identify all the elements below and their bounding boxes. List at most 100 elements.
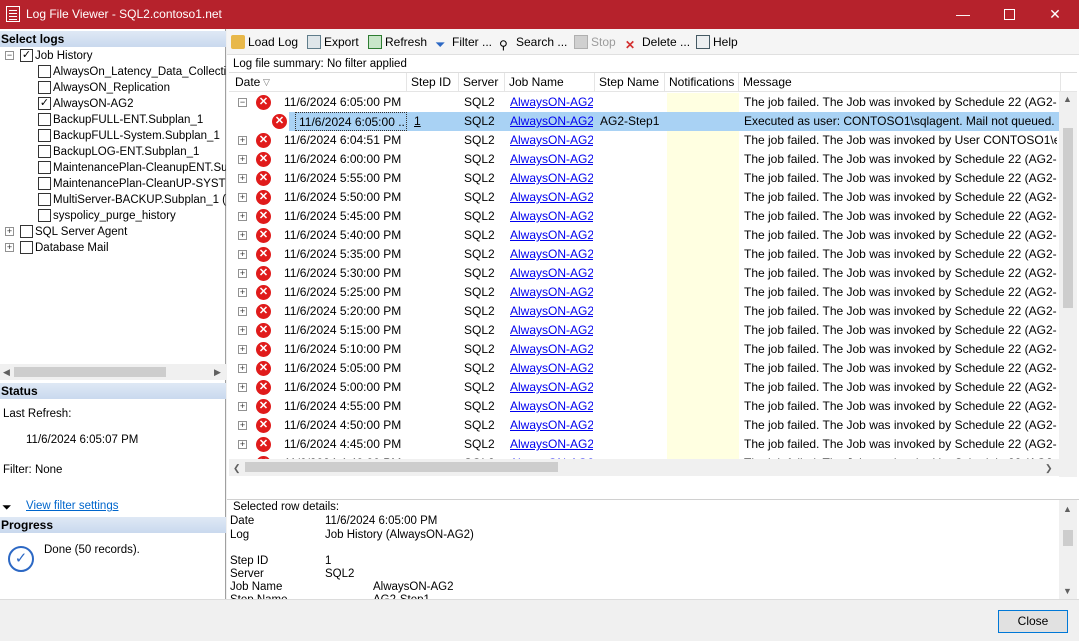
load-log-button[interactable]: Load Log	[231, 33, 298, 51]
tree-node[interactable]: MaintenancePlan-CleanUP-SYSTEM	[0, 176, 226, 192]
table-row[interactable]: + ✕ 11/6/2024 5:35:00 PM SQL2 AlwaysON-AG2 Th…	[229, 245, 1059, 264]
tree-checkbox[interactable]	[20, 225, 33, 238]
minimize-button[interactable]: —	[940, 0, 986, 29]
expand-icon[interactable]: +	[238, 326, 247, 335]
tree-checkbox[interactable]	[20, 241, 33, 254]
table-row[interactable]: + ✕ 11/6/2024 5:25:00 PM SQL2 AlwaysON-AG2 Th…	[229, 283, 1059, 302]
details-scroll-thumb[interactable]	[1063, 530, 1073, 546]
job-name-link[interactable]: AlwaysON-AG2	[507, 359, 593, 378]
expand-icon[interactable]: +	[5, 227, 14, 236]
tree-scroll-thumb[interactable]	[14, 367, 166, 377]
tree-node[interactable]: AlwaysOn_Latency_Data_Collection	[0, 64, 226, 80]
expand-icon[interactable]: +	[238, 364, 247, 373]
tree-horizontal-scrollbar[interactable]: ◀ ▶	[0, 364, 226, 380]
tree-node[interactable]: + Database Mail	[0, 240, 226, 256]
close-window-button[interactable]: ✕	[1032, 0, 1078, 29]
tree-node[interactable]: MaintenancePlan-CleanupENT.Subp	[0, 160, 226, 176]
expand-icon[interactable]: +	[238, 250, 247, 259]
table-row[interactable]: + ✕ 11/6/2024 5:50:00 PM SQL2 AlwaysON-AG2 Th…	[229, 188, 1059, 207]
stop-button[interactable]: Stop	[574, 33, 616, 51]
expand-icon[interactable]: +	[238, 307, 247, 316]
tree-checkbox[interactable]	[38, 113, 51, 126]
job-name-link[interactable]: AlwaysON-AG2	[507, 226, 593, 245]
column-header[interactable]: Message	[739, 73, 1061, 92]
expand-icon[interactable]: +	[238, 155, 247, 164]
table-row[interactable]: + ✕ 11/6/2024 4:50:00 PM SQL2 AlwaysON-AG2 Th…	[229, 416, 1059, 435]
expand-icon[interactable]: +	[238, 174, 247, 183]
tree-checkbox[interactable]	[38, 177, 51, 190]
grid-scroll-right-icon[interactable]: ❯	[1045, 463, 1053, 474]
table-row[interactable]: + ✕ 11/6/2024 5:40:00 PM SQL2 AlwaysON-AG2 Th…	[229, 226, 1059, 245]
expand-icon[interactable]: +	[238, 193, 247, 202]
tree-checkbox[interactable]: ✓	[20, 49, 33, 62]
view-filter-settings-link[interactable]: View filter settings	[26, 500, 118, 512]
tree-checkbox[interactable]	[38, 81, 51, 94]
expand-icon[interactable]: +	[238, 212, 247, 221]
table-row[interactable]: + ✕ 11/6/2024 5:55:00 PM SQL2 AlwaysON-AG2 Th…	[229, 169, 1059, 188]
job-name-link[interactable]: AlwaysON-AG2	[507, 283, 593, 302]
tree-node[interactable]: syspolicy_purge_history	[0, 208, 226, 224]
grid-hscroll-thumb[interactable]	[245, 462, 558, 472]
expand-icon[interactable]: +	[238, 345, 247, 354]
column-header[interactable]: Server	[459, 73, 505, 92]
tree-node[interactable]: − ✓ Job History	[0, 48, 226, 64]
column-header[interactable]: Step Name	[595, 73, 665, 92]
table-row[interactable]: + ✕ 11/6/2024 6:00:00 PM SQL2 AlwaysON-AG2 Th…	[229, 150, 1059, 169]
table-row[interactable]: ✕ 11/6/2024 6:05:00 ... 1 SQL2 AlwaysON-AG2 A…	[229, 112, 1059, 131]
delete-button[interactable]: ✕ Delete ...	[625, 33, 690, 52]
tree-checkbox[interactable]: ✓	[38, 97, 51, 110]
tree-node[interactable]: BackupFULL-System.Subplan_1	[0, 128, 226, 144]
tree-checkbox[interactable]	[38, 129, 51, 142]
expand-icon[interactable]: +	[238, 269, 247, 278]
expand-icon[interactable]: +	[238, 136, 247, 145]
close-button[interactable]: Close	[998, 610, 1068, 633]
search-button[interactable]: ⚲ Search ...	[499, 33, 567, 52]
details-vertical-scrollbar[interactable]: ▲ ▼	[1059, 500, 1077, 599]
details-scroll-up-icon[interactable]: ▲	[1063, 504, 1072, 514]
table-row[interactable]: − ✕ 11/6/2024 6:05:00 PM SQL2 AlwaysON-AG2 Th…	[229, 93, 1059, 112]
job-name-link[interactable]: AlwaysON-AG2	[507, 340, 593, 359]
tree-checkbox[interactable]	[38, 209, 51, 222]
grid-vertical-scrollbar[interactable]: ▲	[1059, 92, 1077, 477]
refresh-button[interactable]: Refresh	[368, 33, 427, 51]
job-name-link[interactable]: AlwaysON-AG2	[507, 245, 593, 264]
table-row[interactable]: + ✕ 11/6/2024 5:15:00 PM SQL2 AlwaysON-AG2 Th…	[229, 321, 1059, 340]
tree-node[interactable]: AlwaysON_Replication	[0, 80, 226, 96]
grid-horizontal-scrollbar[interactable]: ❮ ❯	[229, 459, 1059, 476]
scroll-right-icon[interactable]: ▶	[214, 367, 221, 378]
table-row[interactable]: + ✕ 11/6/2024 4:45:00 PM SQL2 AlwaysON-AG2 Th…	[229, 435, 1059, 454]
column-header[interactable]: Job Name	[505, 73, 595, 92]
expand-icon[interactable]: +	[238, 440, 247, 449]
tree-checkbox[interactable]	[38, 65, 51, 78]
table-row[interactable]: + ✕ 11/6/2024 6:04:51 PM SQL2 AlwaysON-AG2 Th…	[229, 131, 1059, 150]
table-row[interactable]: + ✕ 11/6/2024 4:55:00 PM SQL2 AlwaysON-AG2 Th…	[229, 397, 1059, 416]
tree-node[interactable]: + SQL Server Agent	[0, 224, 226, 240]
job-name-link[interactable]: AlwaysON-AG2	[507, 131, 593, 150]
job-name-link[interactable]: AlwaysON-AG2	[507, 321, 593, 340]
job-name-link[interactable]: AlwaysON-AG2	[507, 188, 593, 207]
maximize-button[interactable]	[986, 0, 1032, 29]
job-name-link[interactable]: AlwaysON-AG2	[507, 435, 593, 454]
filter-button[interactable]: ⏷ Filter ...	[435, 33, 492, 52]
grid-vscroll-thumb[interactable]	[1063, 128, 1073, 308]
table-row[interactable]: + ✕ 11/6/2024 5:10:00 PM SQL2 AlwaysON-AG2 Th…	[229, 340, 1059, 359]
job-name-link[interactable]: AlwaysON-AG2	[507, 169, 593, 188]
collapse-icon[interactable]: −	[238, 98, 247, 107]
job-name-link[interactable]: AlwaysON-AG2	[507, 264, 593, 283]
column-header[interactable]: Date	[231, 73, 407, 92]
tree-node[interactable]: BackupLOG-ENT.Subplan_1	[0, 144, 226, 160]
table-row[interactable]: + ✕ 11/6/2024 5:45:00 PM SQL2 AlwaysON-AG2 Th…	[229, 207, 1059, 226]
expand-icon[interactable]: +	[5, 243, 14, 252]
scroll-left-icon[interactable]: ◀	[3, 367, 10, 378]
tree-node[interactable]: BackupFULL-ENT.Subplan_1	[0, 112, 226, 128]
job-name-link[interactable]: AlwaysON-AG2	[507, 93, 593, 112]
expand-icon[interactable]: +	[238, 421, 247, 430]
expand-icon[interactable]: +	[238, 231, 247, 240]
job-name-link[interactable]: AlwaysON-AG2	[507, 207, 593, 226]
job-name-link[interactable]: AlwaysON-AG2	[507, 302, 593, 321]
expand-icon[interactable]: +	[238, 383, 247, 392]
help-button[interactable]: Help	[696, 33, 738, 51]
expand-icon[interactable]: +	[238, 402, 247, 411]
job-name-link[interactable]: AlwaysON-AG2	[507, 416, 593, 435]
details-scroll-down-icon[interactable]: ▼	[1063, 586, 1072, 596]
